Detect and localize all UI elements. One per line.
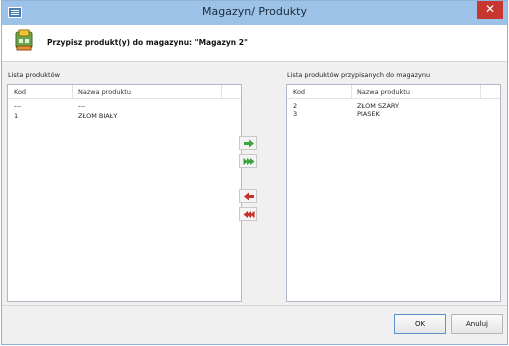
move-all-right-icon	[243, 158, 255, 165]
right-list-header: Kod Nazwa produktu	[287, 85, 500, 99]
move-left-icon	[244, 192, 254, 201]
left-col-code[interactable]: Kod	[14, 88, 26, 96]
cancel-button[interactable]: Anuluj	[451, 314, 503, 334]
dialog-header: Przypisz produkt(y) do magazynu: "Magazy…	[2, 25, 507, 62]
list-item[interactable]: 3 PIASEK	[287, 110, 500, 118]
move-right-button[interactable]	[239, 136, 257, 150]
list-item[interactable]: --- ---	[8, 102, 241, 110]
row-code: 2	[293, 102, 298, 110]
left-col-separator	[221, 85, 222, 98]
move-all-left-button[interactable]	[239, 207, 257, 221]
available-products-list[interactable]: Kod Nazwa produktu --- --- 1 ZŁOM BIAŁY	[7, 84, 242, 302]
dialog-footer: OK Anuluj	[2, 305, 507, 344]
right-col-code[interactable]: Kod	[293, 88, 305, 96]
row-name: ---	[78, 102, 86, 110]
row-code: ---	[14, 102, 22, 110]
dialog-window: Magazyn/ Produkty ✕ Przypisz produkt(y) …	[1, 0, 508, 345]
left-list-label: Lista produktów	[8, 71, 60, 79]
assigned-products-list[interactable]: Kod Nazwa produktu 2 ZŁOM SZARY 3 PIASEK	[286, 84, 501, 302]
row-name: ZŁOM BIAŁY	[78, 112, 118, 120]
move-all-right-button[interactable]	[239, 154, 257, 168]
list-item[interactable]: 1 ZŁOM BIAŁY	[8, 112, 241, 120]
left-list-header: Kod Nazwa produktu	[8, 85, 241, 99]
close-button[interactable]: ✕	[477, 1, 503, 19]
move-left-button[interactable]	[239, 189, 257, 203]
right-col-separator	[480, 85, 481, 98]
header-text: Przypisz produkt(y) do magazynu: "Magazy…	[47, 38, 248, 47]
row-code: 1	[14, 112, 19, 120]
right-col-separator	[351, 85, 352, 98]
ok-button[interactable]: OK	[394, 314, 446, 334]
move-all-left-icon	[243, 211, 255, 218]
row-name: ZŁOM SZARY	[357, 102, 399, 110]
left-col-name[interactable]: Nazwa produktu	[78, 88, 131, 96]
right-list-label: Lista produktów przypisanych do magazynu	[287, 71, 431, 79]
row-code: 3	[293, 110, 298, 118]
list-item[interactable]: 2 ZŁOM SZARY	[287, 102, 500, 110]
left-col-separator	[72, 85, 73, 98]
title-bar[interactable]: Magazyn/ Produkty ✕	[2, 1, 507, 25]
move-right-icon	[244, 139, 254, 148]
window-title: Magazyn/ Produkty	[201, 5, 307, 18]
warehouse-products-icon	[15, 29, 33, 51]
right-col-name[interactable]: Nazwa produktu	[357, 88, 410, 96]
row-name: PIASEK	[357, 110, 380, 118]
